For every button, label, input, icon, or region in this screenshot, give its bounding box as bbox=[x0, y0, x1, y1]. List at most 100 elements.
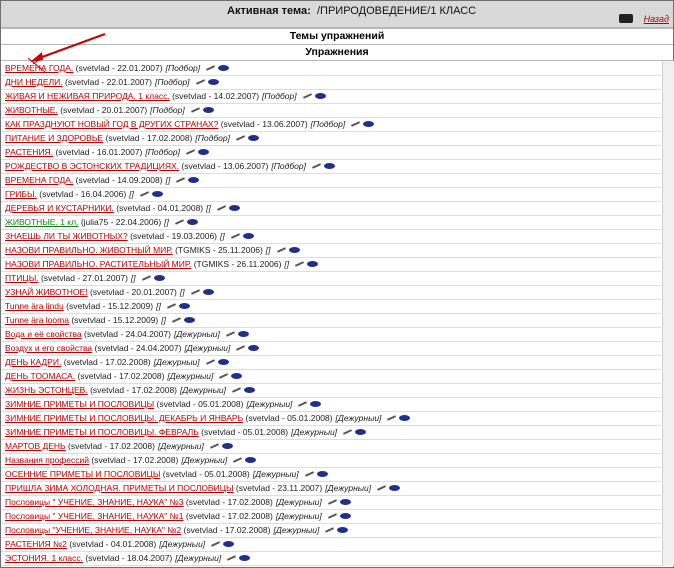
pencil-icon[interactable] bbox=[295, 261, 305, 267]
eye-icon[interactable] bbox=[202, 107, 214, 113]
pencil-icon[interactable] bbox=[174, 219, 184, 225]
eye-icon[interactable] bbox=[316, 471, 328, 477]
eye-icon[interactable] bbox=[337, 527, 349, 533]
back-link[interactable]: Назад bbox=[644, 14, 669, 24]
pencil-icon[interactable] bbox=[325, 527, 335, 533]
pencil-icon[interactable] bbox=[166, 303, 176, 309]
exercise-title-link[interactable]: ЖИЗНЬ ЭСТОНЦЕВ. bbox=[5, 385, 88, 395]
eye-icon[interactable] bbox=[243, 387, 255, 393]
back-control[interactable]: Назад bbox=[619, 14, 669, 24]
exercise-title-link[interactable]: МАРТОВ ДЕНЬ bbox=[5, 441, 66, 451]
exercise-title-link[interactable]: Tunne ära lindu bbox=[5, 301, 64, 311]
pencil-icon[interactable] bbox=[216, 205, 226, 211]
exercise-title-link[interactable]: ПИТАНИЕ И ЗДОРОВЬЕ bbox=[5, 133, 103, 143]
pencil-icon[interactable] bbox=[227, 555, 237, 561]
exercise-title-link[interactable]: ВРЕМЕНА ГОДА. bbox=[5, 175, 73, 185]
pencil-icon[interactable] bbox=[206, 65, 216, 71]
pencil-icon[interactable] bbox=[230, 233, 240, 239]
exercise-title-link[interactable]: ЗИМНИЕ ПРИМЕТЫ И ПОСЛОВИЦЫ. ФЕВРАЛЬ bbox=[5, 427, 199, 437]
eye-icon[interactable] bbox=[178, 303, 190, 309]
eye-icon[interactable] bbox=[188, 177, 200, 183]
eye-icon[interactable] bbox=[207, 79, 219, 85]
exercise-title-link[interactable]: Пословицы " УЧЕНИЕ, ЗНАНИЕ, НАУКА" №1 bbox=[5, 511, 184, 521]
eye-icon[interactable] bbox=[237, 331, 249, 337]
eye-icon[interactable] bbox=[202, 289, 214, 295]
exercise-title-link[interactable]: ЖИВАЯ И НЕЖИВАЯ ПРИРОДА. 1 класс. bbox=[5, 91, 170, 101]
exercise-title-link[interactable]: ЗНАЕШЬ ЛИ ТЫ ЖИВОТНЫХ? bbox=[5, 231, 128, 241]
eye-icon[interactable] bbox=[242, 233, 254, 239]
pencil-icon[interactable] bbox=[209, 443, 219, 449]
pencil-icon[interactable] bbox=[233, 457, 243, 463]
exercise-title-link[interactable]: ВРЕМЕНА ГОДА. bbox=[5, 63, 73, 73]
exercise-title-link[interactable]: КАК ПРАЗДНУЮТ НОВЫЙ ГОД В ДРУГИХ СТРАНАХ… bbox=[5, 119, 218, 129]
pencil-icon[interactable] bbox=[141, 275, 151, 281]
exercise-title-link[interactable]: Названия профессий bbox=[5, 455, 89, 465]
pencil-icon[interactable] bbox=[302, 93, 312, 99]
pencil-icon[interactable] bbox=[231, 387, 241, 393]
pencil-icon[interactable] bbox=[351, 121, 361, 127]
exercise-title-link[interactable]: НАЗОВИ ПРАВИЛЬНО. ЖИВОТНЫЙ МИР. bbox=[5, 245, 173, 255]
eye-icon[interactable] bbox=[339, 499, 351, 505]
eye-icon[interactable] bbox=[223, 541, 235, 547]
pencil-icon[interactable] bbox=[211, 541, 221, 547]
eye-icon[interactable] bbox=[288, 247, 300, 253]
eye-icon[interactable] bbox=[323, 163, 335, 169]
pencil-icon[interactable] bbox=[176, 177, 186, 183]
exercise-title-link[interactable]: Пословицы " УЧЕНИЕ, ЗНАНИЕ, НАУКА" №3 bbox=[5, 497, 184, 507]
exercise-title-link[interactable]: ОСЕННИЕ ПРИМЕТЫ И ПОСЛОВИЦЫ bbox=[5, 469, 160, 479]
pencil-icon[interactable] bbox=[327, 513, 337, 519]
exercise-title-link[interactable]: ЖИВОТНЫЕ. bbox=[5, 105, 58, 115]
exercise-title-link[interactable]: ЗИМНИЕ ПРИМЕТЫ И ПОСЛОВИЦЫ bbox=[5, 399, 154, 409]
eye-icon[interactable] bbox=[217, 359, 229, 365]
eye-icon[interactable] bbox=[186, 219, 198, 225]
exercise-title-link[interactable]: ЖИВОТНЫЕ. 1 кл. bbox=[5, 217, 78, 227]
eye-icon[interactable] bbox=[339, 513, 351, 519]
eye-icon[interactable] bbox=[247, 135, 259, 141]
eye-icon[interactable] bbox=[239, 555, 251, 561]
exercise-title-link[interactable]: ДНИ НЕДЕЛИ. bbox=[5, 77, 63, 87]
vertical-scrollbar[interactable] bbox=[662, 61, 674, 566]
exercise-title-link[interactable]: Вода и её свойства bbox=[5, 329, 82, 339]
eye-icon[interactable] bbox=[389, 485, 401, 491]
exercise-title-link[interactable]: Tunne ära looma bbox=[5, 315, 69, 325]
exercise-title-link[interactable]: НАЗОВИ ПРАВИЛЬНО. РАСТИТЕЛЬНЫЙ МИР. bbox=[5, 259, 191, 269]
eye-icon[interactable] bbox=[363, 121, 375, 127]
pencil-icon[interactable] bbox=[185, 149, 195, 155]
pencil-icon[interactable] bbox=[190, 289, 200, 295]
eye-icon[interactable] bbox=[184, 317, 196, 323]
pencil-icon[interactable] bbox=[304, 471, 314, 477]
exercise-title-link[interactable]: ПТИЦЫ. bbox=[5, 273, 39, 283]
pencil-icon[interactable] bbox=[235, 135, 245, 141]
exercise-title-link[interactable]: РАСТЕНИЯ №2 bbox=[5, 539, 67, 549]
pencil-icon[interactable] bbox=[298, 401, 308, 407]
eye-icon[interactable] bbox=[245, 457, 257, 463]
eye-icon[interactable] bbox=[221, 443, 233, 449]
exercise-title-link[interactable]: ЗИМНИЕ ПРИМЕТЫ И ПОСЛОВИЦЫ. ДЕКАБРЬ И ЯН… bbox=[5, 413, 243, 423]
exercise-title-link[interactable]: ПРИШЛА ЗИМА ХОЛОДНАЯ. ПРИМЕТЫ И ПОСЛОВИЦ… bbox=[5, 483, 234, 493]
exercise-title-link[interactable]: Пословицы "УЧЕНИЕ, ЗНАНИЕ, НАУКА" №2 bbox=[5, 525, 181, 535]
pencil-icon[interactable] bbox=[311, 163, 321, 169]
eye-icon[interactable] bbox=[355, 429, 367, 435]
pencil-icon[interactable] bbox=[172, 317, 182, 323]
eye-icon[interactable] bbox=[310, 401, 322, 407]
exercise-title-link[interactable]: ДЕРЕВЬЯ И КУСТАРНИКИ. bbox=[5, 203, 114, 213]
eye-icon[interactable] bbox=[231, 373, 243, 379]
eye-icon[interactable] bbox=[197, 149, 209, 155]
eye-icon[interactable] bbox=[248, 345, 260, 351]
pencil-icon[interactable] bbox=[219, 373, 229, 379]
pencil-icon[interactable] bbox=[276, 247, 286, 253]
exercise-title-link[interactable]: РАСТЕНИЯ. bbox=[5, 147, 53, 157]
exercise-title-link[interactable]: РОЖДЕСТВО В ЭСТОНСКИХ ТРАДИЦИЯХ. bbox=[5, 161, 179, 171]
pencil-icon[interactable] bbox=[139, 191, 149, 197]
eye-icon[interactable] bbox=[314, 93, 326, 99]
exercise-title-link[interactable]: ГРИБЫ. bbox=[5, 189, 37, 199]
eye-icon[interactable] bbox=[153, 275, 165, 281]
exercise-title-link[interactable]: ДЕНЬ КАДРИ. bbox=[5, 357, 61, 367]
pencil-icon[interactable] bbox=[195, 79, 205, 85]
pencil-icon[interactable] bbox=[387, 415, 397, 421]
pencil-icon[interactable] bbox=[225, 331, 235, 337]
eye-icon[interactable] bbox=[151, 191, 163, 197]
eye-icon[interactable] bbox=[228, 205, 240, 211]
pencil-icon[interactable] bbox=[236, 345, 246, 351]
exercise-title-link[interactable]: ДЕНЬ ТООМАСА. bbox=[5, 371, 75, 381]
